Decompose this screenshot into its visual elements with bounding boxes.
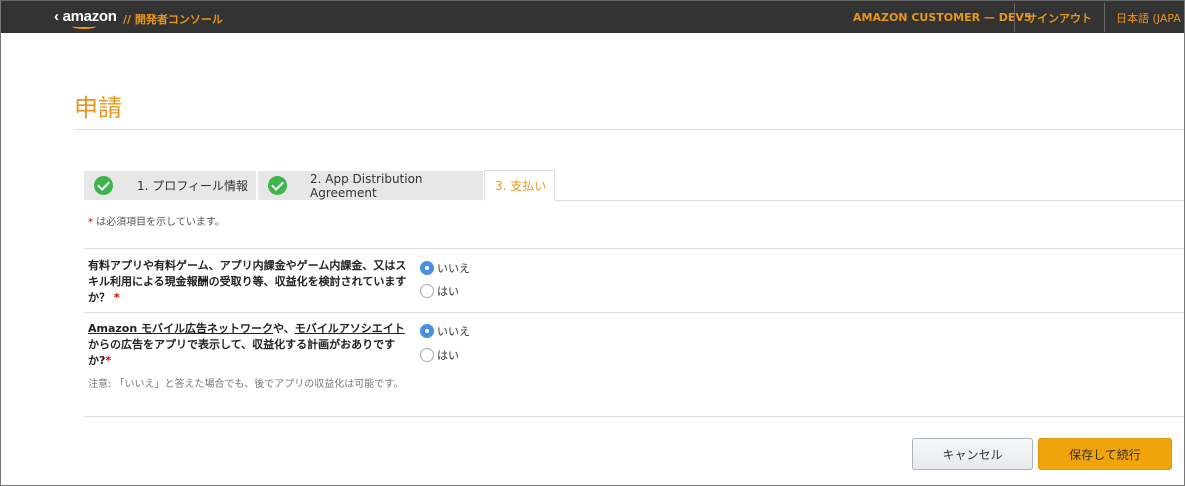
cancel-button[interactable]: キャンセル [912, 438, 1033, 470]
chevron-left-icon: ‹ [54, 8, 63, 25]
radio-q2-no[interactable]: いいえ [420, 323, 470, 339]
tab-label: 2. App Distribution Agreement [310, 171, 423, 200]
mobile-associates-link[interactable]: モバイルアソシエイト [295, 322, 405, 335]
divider [84, 312, 1185, 313]
save-continue-button[interactable]: 保存して続行 [1038, 438, 1172, 470]
user-menu[interactable]: AMAZON CUSTOMER — DEV5 [853, 1, 1032, 34]
question-monetization: 有料アプリや有料ゲーム、アプリ内課金やゲーム内課金、又はスキル利用による現金報酬… [88, 259, 407, 304]
monetization-note: 注意: 「いいえ」と答えた場合でも、後でアプリの収益化は可能です。 [88, 379, 404, 390]
tab-profile[interactable]: 1. プロフィール情報 [84, 171, 256, 200]
check-circle-icon [268, 176, 287, 195]
amazon-smile-icon [72, 24, 96, 29]
tab-label: 3. 支払い [495, 179, 547, 193]
divider [74, 129, 1185, 130]
tab-agreement[interactable]: 2. App Distribution Agreement [258, 171, 483, 200]
divider [84, 416, 1185, 417]
top-nav-bar: ‹ amazon // 開発者コンソール AMAZON CUSTOMER — D… [0, 0, 1185, 33]
question-ads: Amazon モバイル広告ネットワークや、モバイルアソシエイトからの広告をアプリ… [88, 322, 405, 367]
radio-q1-yes[interactable]: はい [420, 283, 459, 299]
amazon-logo[interactable]: ‹ amazon [54, 8, 117, 25]
tab-baseline [555, 200, 1185, 201]
tab-payment[interactable]: 3. 支払い [484, 170, 555, 201]
divider [84, 248, 1185, 249]
check-circle-icon [94, 176, 113, 195]
page-title: 申請 [74, 94, 122, 122]
radio-q1-no[interactable]: いいえ [420, 260, 470, 276]
window-border [0, 0, 1185, 486]
signout-link[interactable]: サインアウト [1014, 1, 1092, 34]
language-selector[interactable]: 日本語 (JAPA [1104, 1, 1181, 34]
radio-q2-yes[interactable]: はい [420, 347, 459, 363]
mobile-ads-link[interactable]: Amazon モバイル広告ネットワーク [88, 322, 273, 335]
required-note: * は必須項目を示しています。 [88, 217, 225, 228]
developer-console-link[interactable]: // 開発者コンソール [123, 11, 223, 27]
tab-label: 1. プロフィール情報 [137, 179, 249, 193]
